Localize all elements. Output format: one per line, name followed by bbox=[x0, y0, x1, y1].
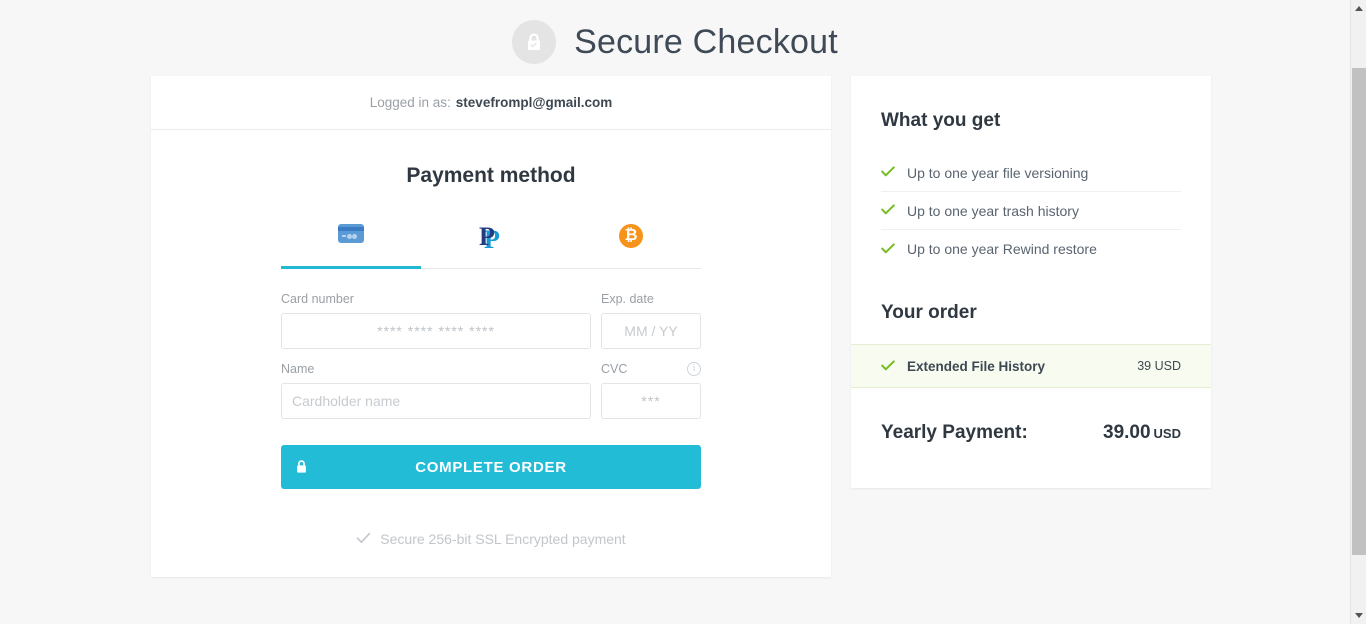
checkout-card: Logged in as: stevefrompl@gmail.com Paym… bbox=[151, 76, 831, 577]
total-value: 39.00 USD bbox=[1103, 422, 1181, 444]
benefits-list: Up to one year file versioning Up to one… bbox=[851, 154, 1211, 268]
complete-order-button[interactable]: COMPLETE ORDER bbox=[281, 445, 701, 489]
lock-icon bbox=[295, 459, 308, 475]
payment-method-tabs: P P ₿ bbox=[281, 224, 701, 269]
card-number-label: Card number bbox=[281, 292, 354, 306]
check-icon bbox=[881, 359, 895, 374]
check-icon bbox=[881, 203, 895, 218]
check-icon bbox=[881, 165, 895, 180]
list-item: Up to one year Rewind restore bbox=[881, 230, 1181, 268]
page-title: Secure Checkout bbox=[574, 22, 838, 61]
name-label: Name bbox=[281, 362, 315, 376]
exp-date-field: Exp. date bbox=[601, 291, 701, 349]
check-icon bbox=[881, 242, 895, 257]
cvc-field: CVC i bbox=[601, 361, 701, 419]
payment-form-area: Payment method P P ₿ Card number **** **… bbox=[151, 130, 831, 577]
exp-date-input[interactable] bbox=[601, 313, 701, 349]
lock-check-icon bbox=[512, 20, 557, 64]
cvc-label-row: CVC i bbox=[601, 361, 701, 377]
logged-in-label: Logged in as: bbox=[369, 95, 451, 110]
cvc-input[interactable] bbox=[601, 383, 701, 419]
cardholder-name-field: Name bbox=[281, 361, 591, 419]
total-amount: 39.00 bbox=[1103, 422, 1151, 443]
scroll-down-arrow-icon[interactable] bbox=[1351, 607, 1366, 624]
total-currency: USD bbox=[1153, 426, 1181, 441]
card-number-field: Card number bbox=[281, 291, 591, 349]
main-content: Logged in as: stevefrompl@gmail.com Paym… bbox=[0, 76, 1350, 577]
list-item: Up to one year file versioning bbox=[881, 154, 1181, 192]
order-item-name: Extended File History bbox=[907, 358, 1046, 374]
paypal-icon: P P bbox=[479, 222, 500, 254]
exp-date-label: Exp. date bbox=[601, 292, 654, 306]
bitcoin-icon: ₿ bbox=[619, 224, 643, 248]
ssl-note: Secure 256-bit SSL Encrypted payment bbox=[281, 531, 701, 577]
benefit-label: Up to one year trash history bbox=[907, 202, 1079, 219]
logged-in-bar: Logged in as: stevefrompl@gmail.com bbox=[151, 76, 831, 130]
tab-bitcoin[interactable]: ₿ bbox=[561, 224, 701, 268]
cardholder-name-input[interactable] bbox=[281, 383, 591, 419]
benefit-label: Up to one year Rewind restore bbox=[907, 241, 1097, 257]
order-summary-panel: What you get Up to one year file version… bbox=[851, 76, 1211, 488]
order-item-price: 39 USD bbox=[1137, 359, 1181, 373]
page-viewport: Secure Checkout Logged in as: stevefromp… bbox=[0, 0, 1350, 624]
tab-paypal[interactable]: P P bbox=[421, 224, 561, 268]
tab-credit-card[interactable] bbox=[281, 224, 421, 269]
ssl-note-label: Secure 256-bit SSL Encrypted payment bbox=[380, 531, 626, 547]
complete-order-label: COMPLETE ORDER bbox=[415, 458, 567, 476]
name-cvc-row: Name CVC i bbox=[281, 361, 701, 419]
scrollbar-thumb[interactable] bbox=[1352, 68, 1366, 555]
logged-in-email: stevefrompl@gmail.com bbox=[455, 95, 613, 110]
benefits-title: What you get bbox=[881, 110, 1001, 131]
card-number-input[interactable] bbox=[281, 313, 591, 349]
page-header: Secure Checkout bbox=[0, 0, 1350, 76]
payment-method-title: Payment method bbox=[406, 164, 576, 187]
scroll-up-arrow-icon[interactable] bbox=[1351, 0, 1366, 17]
page-scrollbar[interactable] bbox=[1350, 0, 1366, 624]
order-total-row: Yearly Payment: 39.00 USD bbox=[851, 388, 1211, 488]
total-label: Yearly Payment: bbox=[881, 422, 1028, 443]
card-number-row: Card number Exp. date bbox=[281, 291, 701, 349]
order-item-row: Extended File History 39 USD bbox=[851, 344, 1211, 388]
list-item: Up to one year trash history bbox=[881, 192, 1181, 230]
credit-card-icon bbox=[338, 224, 364, 243]
info-icon[interactable]: i bbox=[687, 362, 701, 376]
cvc-label: CVC bbox=[601, 362, 628, 376]
check-icon bbox=[356, 531, 371, 547]
benefit-label: Up to one year file versioning bbox=[907, 164, 1089, 181]
order-title: Your order bbox=[881, 302, 977, 323]
